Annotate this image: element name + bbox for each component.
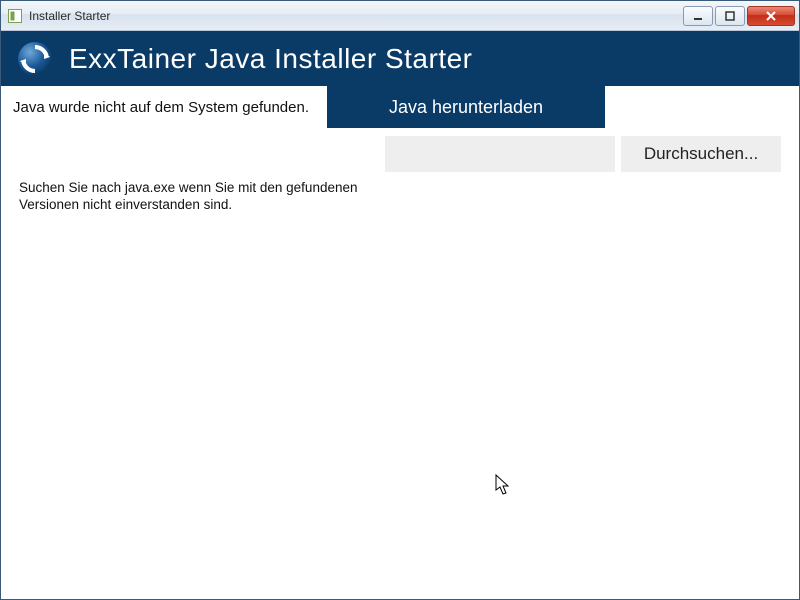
download-java-button[interactable]: Java herunterladen xyxy=(327,86,605,128)
window-title: Installer Starter xyxy=(29,9,683,23)
window-controls xyxy=(683,6,795,26)
status-row: Java wurde nicht auf dem System gefunden… xyxy=(1,86,799,128)
app-window: Installer Starter xyxy=(0,0,800,600)
cursor-icon xyxy=(495,474,511,501)
page-title: ExxTainer Java Installer Starter xyxy=(69,43,473,75)
browse-button[interactable]: Durchsuchen... xyxy=(621,136,781,172)
content-area: Java wurde nicht auf dem System gefunden… xyxy=(1,86,799,599)
browse-row: Durchsuchen... xyxy=(1,136,799,172)
minimize-button[interactable] xyxy=(683,6,713,26)
titlebar[interactable]: Installer Starter xyxy=(1,1,799,31)
java-status-text: Java wurde nicht auf dem System gefunden… xyxy=(1,86,327,128)
client-area: ExxTainer Java Installer Starter Java wu… xyxy=(1,31,799,599)
help-text: Suchen Sie nach java.exe wenn Sie mit de… xyxy=(19,180,359,214)
close-button[interactable] xyxy=(747,6,795,26)
java-path-input[interactable] xyxy=(385,136,615,172)
header-banner: ExxTainer Java Installer Starter xyxy=(1,31,799,86)
spacer xyxy=(1,136,385,172)
app-icon xyxy=(7,8,23,24)
maximize-button[interactable] xyxy=(715,6,745,26)
refresh-circle-icon xyxy=(15,39,55,79)
